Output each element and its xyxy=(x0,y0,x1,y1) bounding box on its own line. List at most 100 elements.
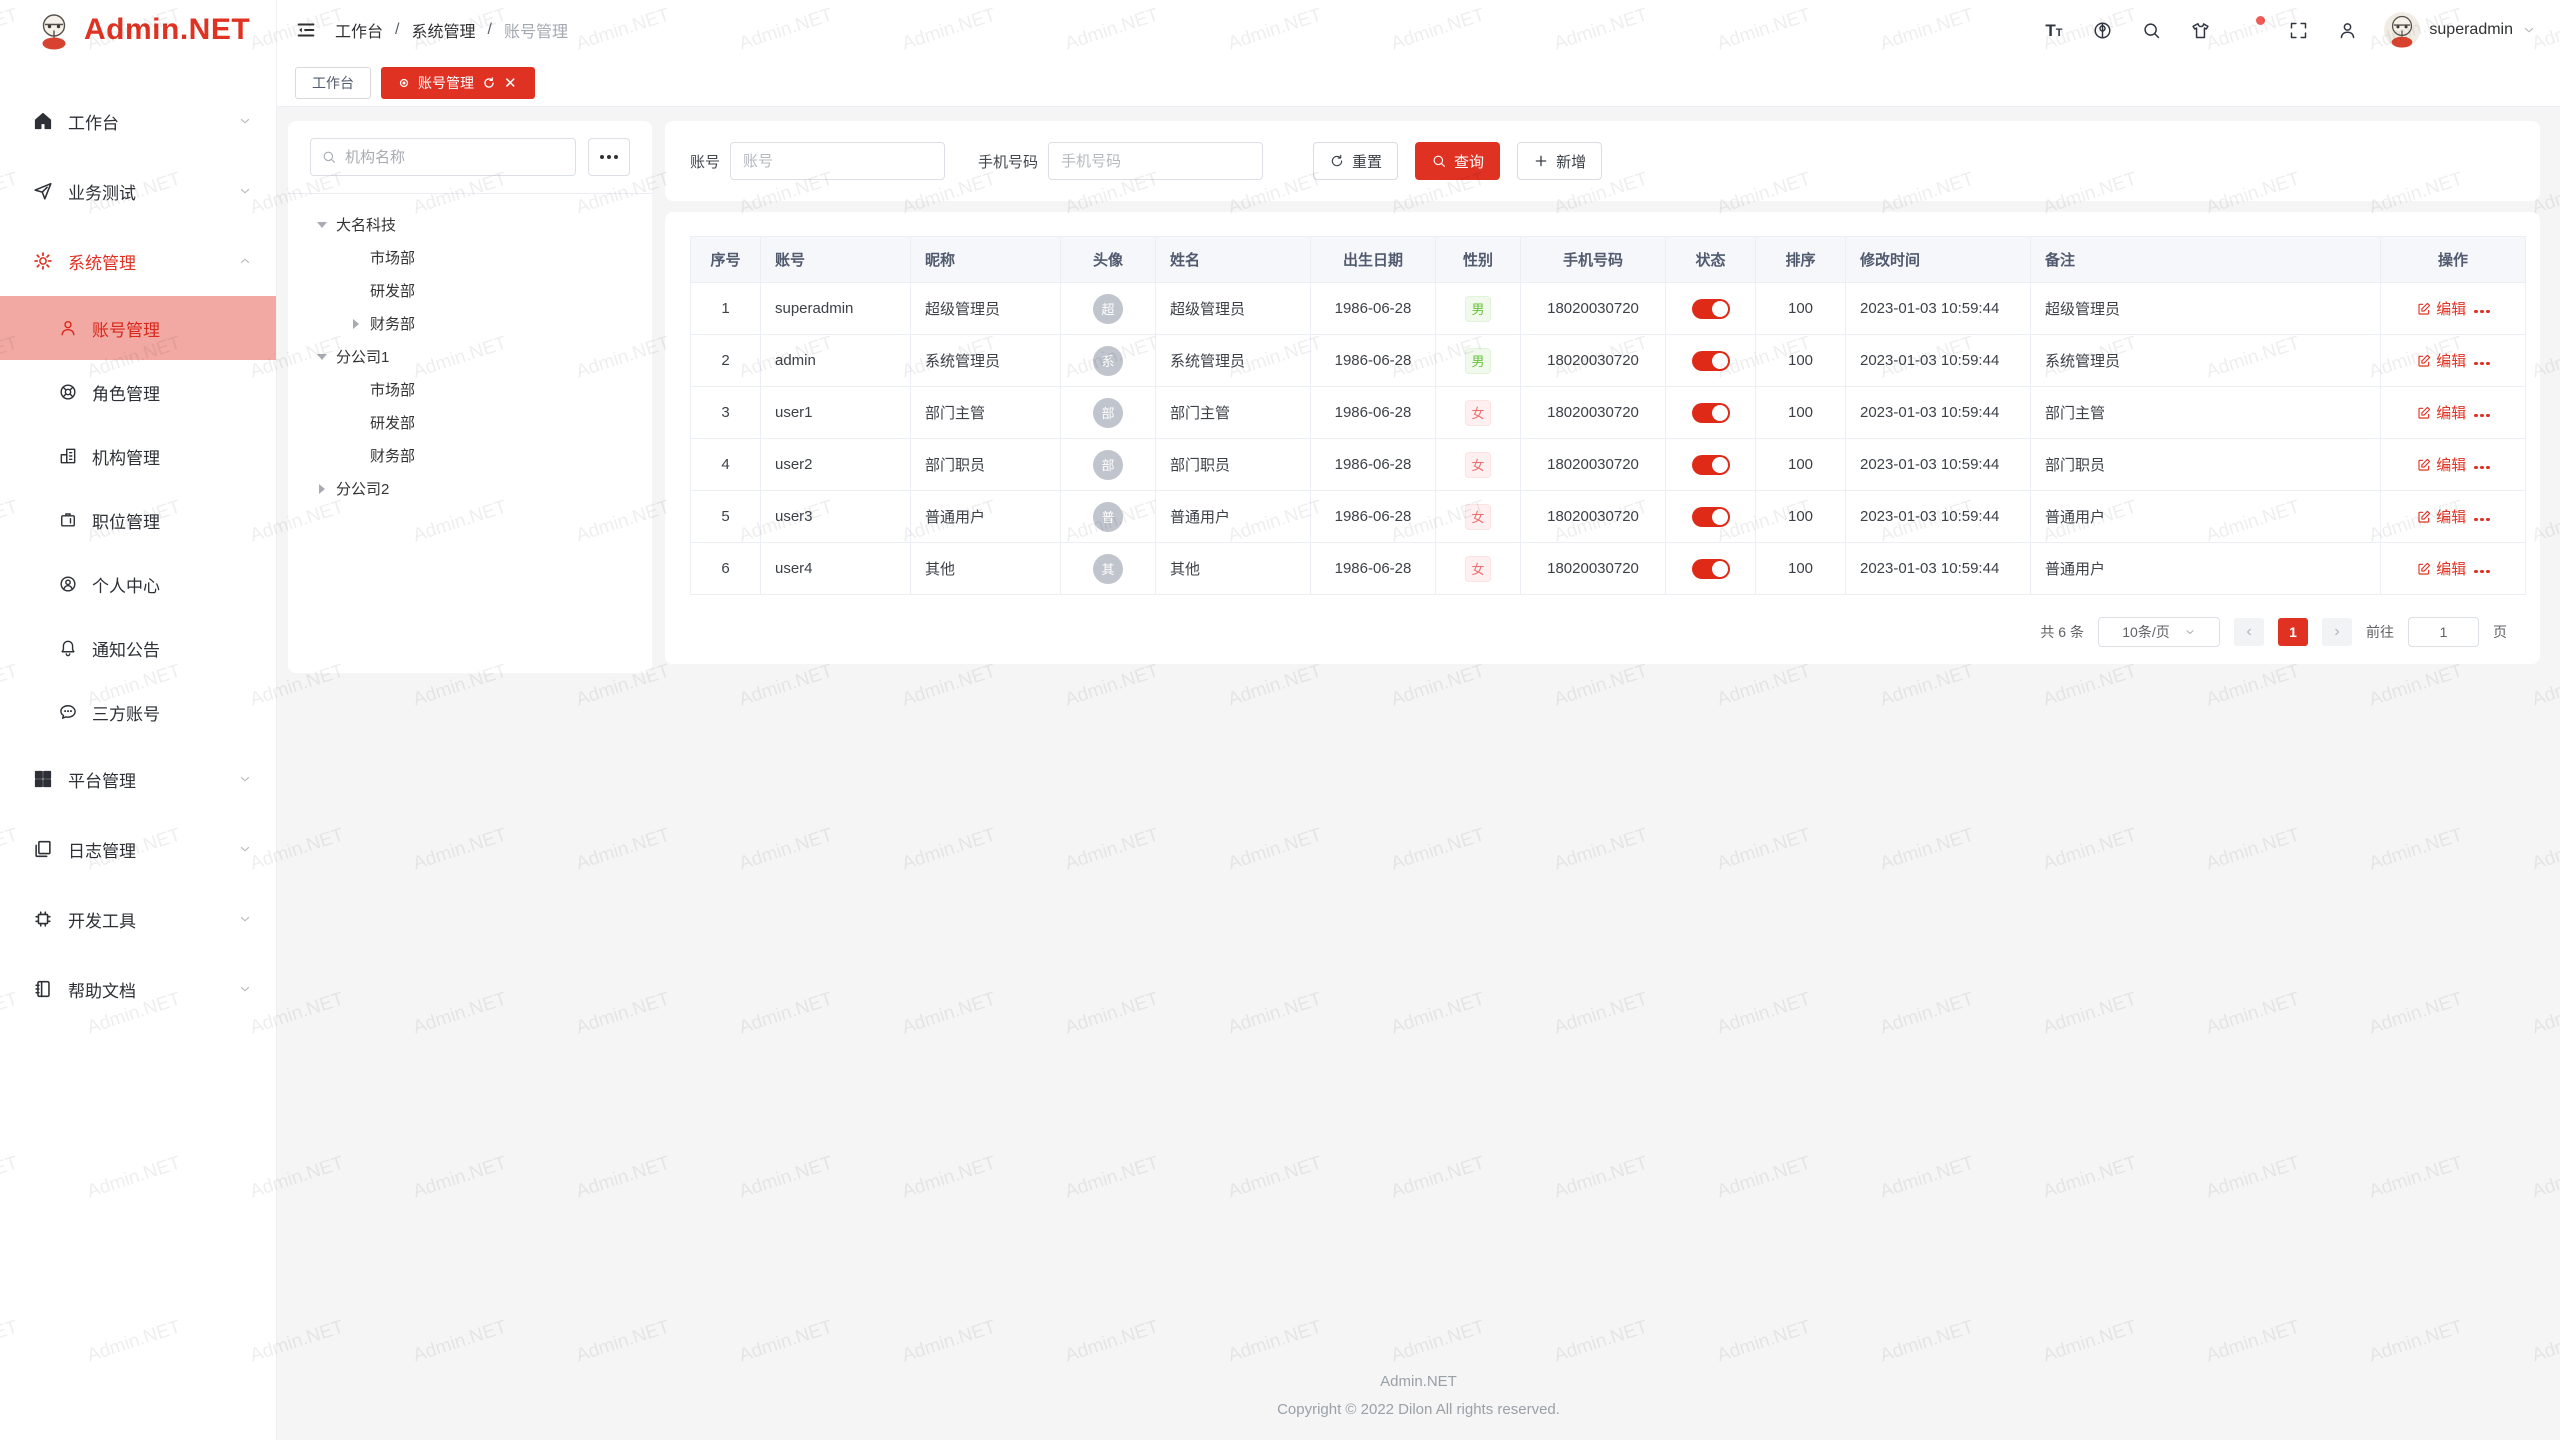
sidebar-item-label: 帮助文档 xyxy=(68,977,238,1002)
sidebar-subitem-2-5[interactable]: 通知公告 xyxy=(0,616,276,680)
sidebar-item-5[interactable]: 开发工具 xyxy=(0,884,276,954)
prev-page-button[interactable]: ‹ xyxy=(2234,618,2264,646)
theme-icon[interactable] xyxy=(2190,20,2211,41)
caret-open-icon[interactable] xyxy=(314,222,330,228)
reset-button[interactable]: 重置 xyxy=(1313,142,1398,180)
sidebar-subitem-2-2[interactable]: 机构管理 xyxy=(0,424,276,488)
status-toggle[interactable] xyxy=(1692,507,1730,527)
edit-button[interactable]: 编辑 xyxy=(2416,454,2466,475)
phone-input[interactable] xyxy=(1048,142,1263,180)
cell-avatar: 部 xyxy=(1061,387,1156,439)
more-actions-button[interactable] xyxy=(2474,304,2490,314)
logo[interactable]: Admin.NET xyxy=(0,0,276,60)
more-actions-button[interactable] xyxy=(2474,356,2490,366)
collapse-menu-icon[interactable] xyxy=(295,19,317,41)
tree-node-2[interactable]: 研发部 xyxy=(288,274,652,307)
edit-button[interactable]: 编辑 xyxy=(2416,506,2466,527)
org-search-input[interactable] xyxy=(345,149,565,166)
tree-node-8[interactable]: 分公司2 xyxy=(288,472,652,505)
caret-closed-icon[interactable] xyxy=(314,484,330,494)
cell-actions: 编辑 xyxy=(2381,491,2526,543)
next-page-button[interactable]: › xyxy=(2322,618,2352,646)
caret-closed-icon[interactable] xyxy=(348,319,364,329)
tab-0[interactable]: 工作台 xyxy=(295,67,371,99)
sidebar-item-4[interactable]: 日志管理 xyxy=(0,814,276,884)
status-toggle[interactable] xyxy=(1692,299,1730,319)
tree-node-1[interactable]: 市场部 xyxy=(288,241,652,274)
status-toggle[interactable] xyxy=(1692,559,1730,579)
org-more-button[interactable] xyxy=(588,138,630,176)
sidebar-subitem-label: 机构管理 xyxy=(92,444,160,469)
tree-node-label: 分公司2 xyxy=(336,478,389,499)
sidebar-subitem-2-6[interactable]: 三方账号 xyxy=(0,680,276,744)
tab-refresh-icon[interactable] xyxy=(482,76,496,90)
sidebar-item-0[interactable]: 工作台 xyxy=(0,86,276,156)
gender-tag: 女 xyxy=(1465,452,1491,478)
more-actions-button[interactable] xyxy=(2474,460,2490,470)
sidebar-subitem-2-0[interactable]: 账号管理 xyxy=(0,296,276,360)
status-toggle[interactable] xyxy=(1692,403,1730,423)
accounts-table: 序号账号昵称头像姓名出生日期性别手机号码状态排序修改时间备注操作1superad… xyxy=(690,236,2526,595)
tab-1[interactable]: 账号管理✕ xyxy=(381,67,535,99)
accounts-table-panel: 序号账号昵称头像姓名出生日期性别手机号码状态排序修改时间备注操作1superad… xyxy=(665,212,2540,664)
cell-status xyxy=(1666,491,1756,543)
user-menu[interactable]: superadmin xyxy=(2384,12,2536,48)
sidebar-item-3[interactable]: 平台管理 xyxy=(0,744,276,814)
cell-name: 其他 xyxy=(1156,543,1311,595)
tree-node-5[interactable]: 市场部 xyxy=(288,373,652,406)
language-icon[interactable] xyxy=(2092,20,2113,41)
cell-remark: 部门职员 xyxy=(2031,439,2381,491)
font-size-icon[interactable]: TT xyxy=(2043,20,2064,41)
cell-actions: 编辑 xyxy=(2381,439,2526,491)
tree-node-4[interactable]: 分公司1 xyxy=(288,340,652,373)
edit-button[interactable]: 编辑 xyxy=(2416,402,2466,423)
sidebar-subitem-2-3[interactable]: 职位管理 xyxy=(0,488,276,552)
goto-page-input[interactable] xyxy=(2408,617,2479,647)
fullscreen-icon[interactable] xyxy=(2288,20,2309,41)
tree-node-3[interactable]: 财务部 xyxy=(288,307,652,340)
chevron-down-icon xyxy=(238,912,252,926)
search-icon[interactable] xyxy=(2141,20,2162,41)
sidebar-item-2[interactable]: 系统管理 xyxy=(0,226,276,296)
more-actions-button[interactable] xyxy=(2474,564,2490,574)
edit-icon xyxy=(2416,457,2432,473)
edit-button[interactable]: 编辑 xyxy=(2416,558,2466,579)
tab-close-icon[interactable]: ✕ xyxy=(504,76,518,90)
tree-node-0[interactable]: 大名科技 xyxy=(288,208,652,241)
tree-node-6[interactable]: 研发部 xyxy=(288,406,652,439)
chevron-down-icon xyxy=(2184,626,2196,638)
sidebar-item-1[interactable]: 业务测试 xyxy=(0,156,276,226)
sidebar-subitem-2-4[interactable]: 个人中心 xyxy=(0,552,276,616)
edit-button[interactable]: 编辑 xyxy=(2416,350,2466,371)
page-unit-label: 页 xyxy=(2493,622,2507,642)
sidebar-item-6[interactable]: 帮助文档 xyxy=(0,954,276,1024)
add-button[interactable]: 新增 xyxy=(1517,142,1602,180)
page-number-button[interactable]: 1 xyxy=(2278,618,2308,646)
notification-icon[interactable] xyxy=(2239,20,2260,41)
cell-actions: 编辑 xyxy=(2381,387,2526,439)
query-button[interactable]: 查询 xyxy=(1415,142,1500,180)
status-toggle[interactable] xyxy=(1692,455,1730,475)
breadcrumb-item-0[interactable]: 工作台 xyxy=(335,18,383,42)
cell-status xyxy=(1666,335,1756,387)
cell-status xyxy=(1666,283,1756,335)
breadcrumb-separator: / xyxy=(487,21,491,39)
cell-modify_time: 2023-01-03 10:59:44 xyxy=(1846,439,2031,491)
user-icon[interactable] xyxy=(2337,20,2358,41)
phone-label: 手机号码 xyxy=(978,151,1038,172)
account-input[interactable] xyxy=(730,142,945,180)
user-icon xyxy=(58,318,78,338)
tree-node-7[interactable]: 财务部 xyxy=(288,439,652,472)
edit-icon xyxy=(2416,301,2432,317)
cell-remark: 系统管理员 xyxy=(2031,335,2381,387)
cell-account: user4 xyxy=(761,543,911,595)
page-size-select[interactable]: 10条/页 xyxy=(2098,617,2220,647)
breadcrumb-item-1[interactable]: 系统管理 xyxy=(411,18,475,42)
cell-order: 100 xyxy=(1756,491,1846,543)
more-actions-button[interactable] xyxy=(2474,512,2490,522)
caret-open-icon[interactable] xyxy=(314,354,330,360)
more-actions-button[interactable] xyxy=(2474,408,2490,418)
edit-button[interactable]: 编辑 xyxy=(2416,298,2466,319)
status-toggle[interactable] xyxy=(1692,351,1730,371)
sidebar-subitem-2-1[interactable]: 角色管理 xyxy=(0,360,276,424)
